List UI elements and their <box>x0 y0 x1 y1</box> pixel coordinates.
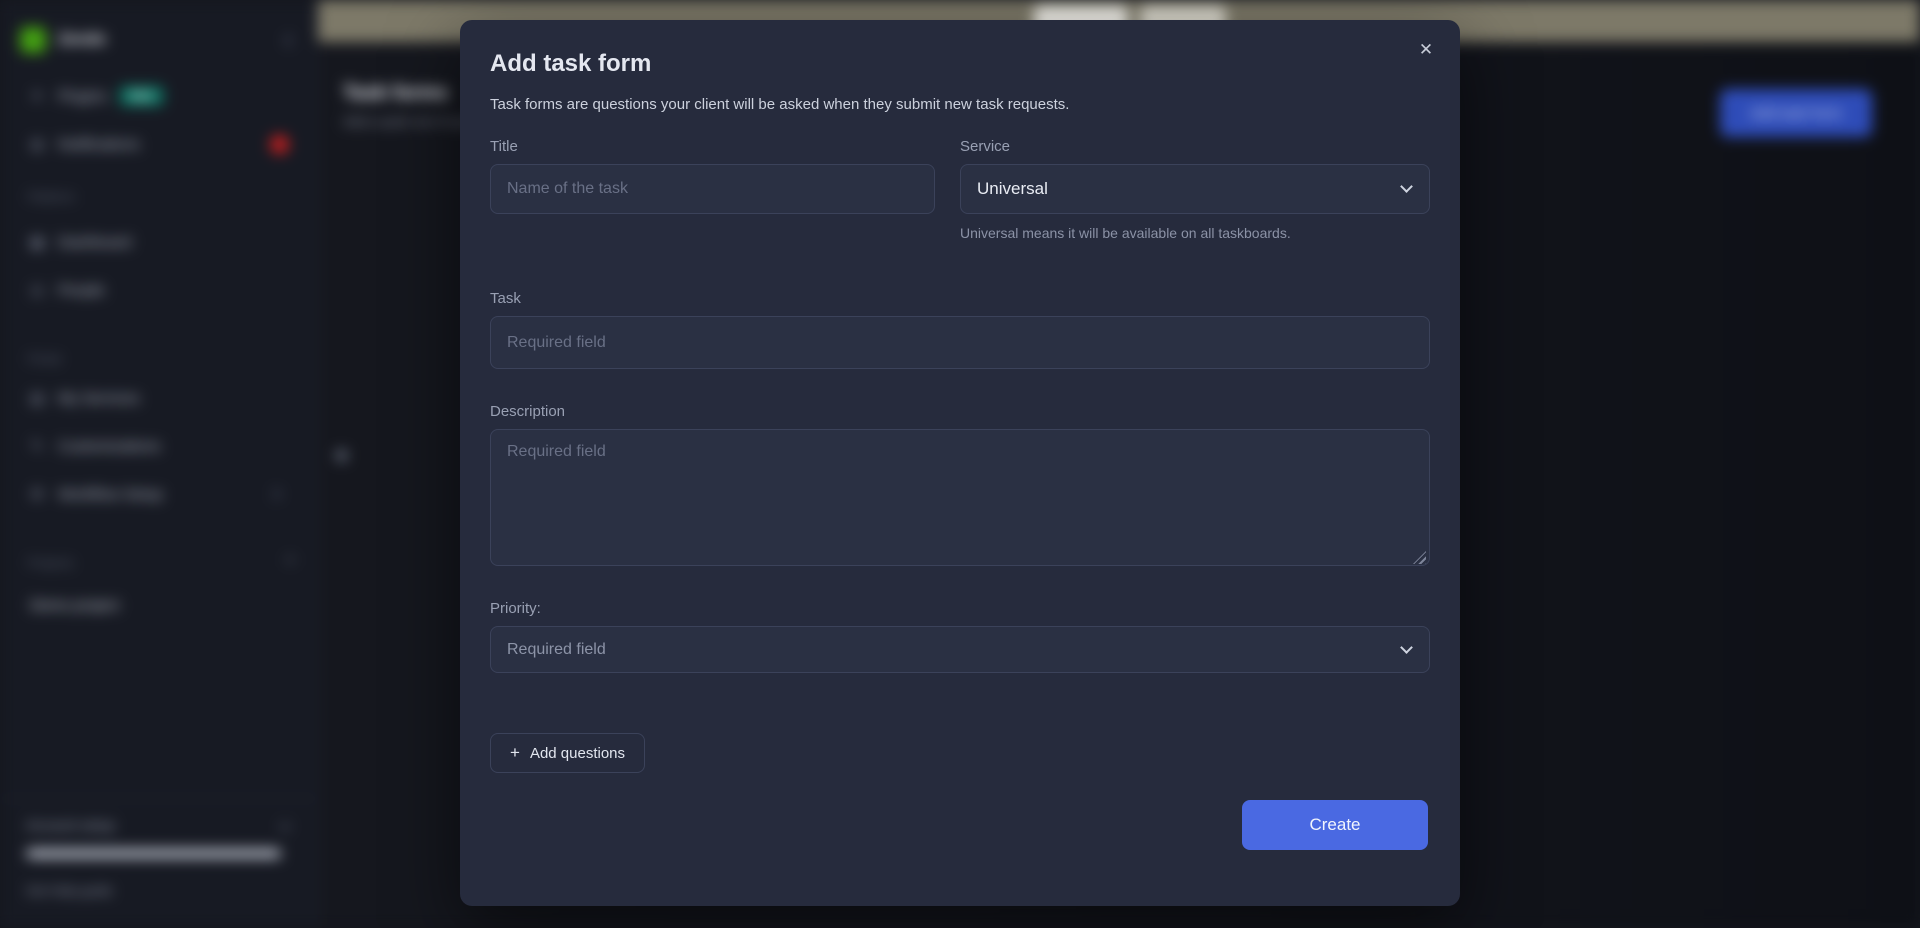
create-button[interactable]: Create <box>1242 800 1428 850</box>
sidebar-item-label: Dashboard <box>58 234 131 251</box>
title-field-group: Title <box>490 138 935 214</box>
sidebar-item-label: Plugins <box>58 88 107 105</box>
title-input[interactable] <box>490 164 935 214</box>
new-badge: New <box>119 86 164 106</box>
add-task-form-modal: ✕ Add task form Task forms are questions… <box>460 20 1460 906</box>
sidebar-item-notifications[interactable]: ◍ Notifications <box>14 124 303 164</box>
sidebar-item-label: Notifications <box>58 136 140 153</box>
chevron-down-icon <box>1400 180 1413 193</box>
sidebar-item-label: Workflow Setup <box>58 486 163 503</box>
title-label: Title <box>490 138 935 155</box>
page-title: Task forms <box>343 82 448 105</box>
sidebar-item-workflow-setup[interactable]: ⚙ Workflow Setup <box>14 474 303 514</box>
services-icon: ▤ <box>28 389 46 407</box>
service-field-group: Service Universal Universal means it wil… <box>960 138 1430 241</box>
chevron-down-icon[interactable] <box>279 819 290 830</box>
task-input[interactable] <box>490 316 1430 369</box>
modal-title: Add task form <box>490 50 651 78</box>
add-questions-button[interactable]: + Add questions <box>490 733 645 773</box>
service-selected-value: Universal <box>977 179 1048 199</box>
account-setup-progressbar <box>26 849 281 858</box>
add-project-button[interactable]: + <box>286 552 295 570</box>
sidebar-item-label: Customizations <box>58 438 161 455</box>
description-textarea[interactable] <box>490 429 1430 566</box>
close-icon[interactable]: ✕ <box>1412 36 1440 64</box>
bell-icon: ◍ <box>28 135 46 153</box>
app-window: Zendo ✦ Plugins New ◍ Notifications Plat… <box>0 0 1920 928</box>
task-field-group: Task <box>490 290 1430 369</box>
get-help-guide-link[interactable]: Get Help guide <box>26 883 113 898</box>
sidebar-resize-handle[interactable] <box>336 450 347 461</box>
pen-icon: ✎ <box>28 437 46 455</box>
sidebar-item-demo-project[interactable]: Demo project <box>14 585 303 625</box>
progress-fill <box>26 849 281 858</box>
brand-name: Zendo <box>58 31 106 49</box>
service-label: Service <box>960 138 1430 155</box>
sidebar-section-portal: Portal <box>28 352 61 366</box>
sidebar-section-projects: Projects <box>28 556 74 570</box>
task-label: Task <box>490 290 1430 307</box>
plugins-icon: ✦ <box>28 87 46 105</box>
dashboard-icon: ▦ <box>28 233 46 251</box>
plus-icon: + <box>510 743 520 763</box>
chevron-down-icon <box>1400 641 1413 654</box>
priority-label: Priority: <box>490 600 1430 617</box>
service-select[interactable]: Universal <box>960 164 1430 214</box>
modal-subtitle: Task forms are questions your client wil… <box>490 96 1069 113</box>
gear-icon: ⚙ <box>28 485 46 503</box>
sidebar-item-label: People <box>58 282 105 299</box>
sidebar: Zendo ✦ Plugins New ◍ Notifications Plat… <box>0 0 318 928</box>
account-setup-title: Account setup <box>26 817 115 833</box>
sidebar-item-my-services[interactable]: ▤ My Services <box>14 378 303 418</box>
sidebar-section-platform: Platform <box>28 190 75 204</box>
sidebar-item-people[interactable]: ◎ People <box>14 270 303 310</box>
sidebar-item-label: My Services <box>58 390 140 407</box>
people-icon: ◎ <box>28 281 46 299</box>
sidebar-item-label: Demo project <box>30 597 119 614</box>
priority-placeholder-value: Required field <box>507 641 606 659</box>
description-field-group: Description <box>490 403 1430 571</box>
priority-select[interactable]: Required field <box>490 626 1430 673</box>
chevron-right-icon <box>269 488 280 499</box>
sidebar-item-plugins[interactable]: ✦ Plugins New <box>14 76 303 116</box>
add-task-form-button[interactable]: Add task form <box>1720 89 1872 137</box>
account-setup-card: Account setup Get Help guide <box>0 798 317 928</box>
add-questions-label: Add questions <box>530 745 625 762</box>
sidebar-item-dashboard[interactable]: ▦ Dashboard <box>14 222 303 262</box>
priority-field-group: Priority: Required field <box>490 600 1430 673</box>
sidebar-item-customizations[interactable]: ✎ Customizations <box>14 426 303 466</box>
service-helper-text: Universal means it will be available on … <box>960 225 1430 241</box>
brand-logo <box>20 27 46 53</box>
notification-count-badge <box>270 135 289 154</box>
description-label: Description <box>490 403 1430 420</box>
sidebar-collapse-icon[interactable] <box>284 34 297 47</box>
